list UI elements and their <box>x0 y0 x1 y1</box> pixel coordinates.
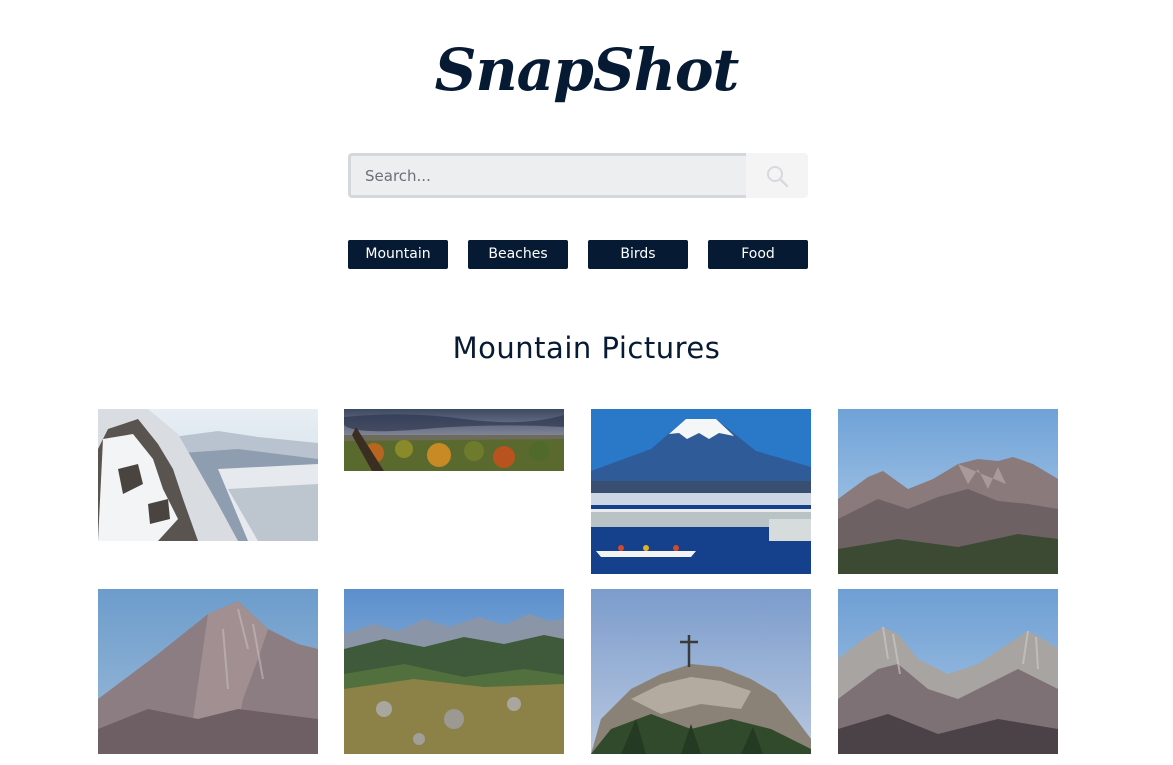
site-logo: SnapShot <box>434 36 740 104</box>
category-birds-button[interactable]: Birds <box>588 240 688 269</box>
gallery-photo-alpine-meadow[interactable] <box>344 589 564 754</box>
gallery-title: Mountain Pictures <box>452 331 721 365</box>
category-beaches-button[interactable]: Beaches <box>468 240 568 269</box>
gallery-photo-snowy-ridge[interactable] <box>98 409 318 541</box>
search-input[interactable] <box>348 153 746 198</box>
gallery-photo-summit-cross[interactable] <box>591 589 811 754</box>
search-form <box>348 153 808 198</box>
category-nav: Mountain Beaches Birds Food <box>348 240 808 269</box>
search-button[interactable] <box>746 153 808 198</box>
gallery-photo-rocky-peak[interactable] <box>98 589 318 754</box>
search-icon <box>767 165 789 187</box>
gallery-photo-alpine-peaks[interactable] <box>838 409 1058 574</box>
gallery-photo-autumn-forest[interactable] <box>344 409 564 471</box>
gallery-photo-twin-peaks[interactable] <box>838 589 1058 754</box>
gallery-photo-fuji-harbor[interactable] <box>591 409 811 574</box>
category-mountain-button[interactable]: Mountain <box>348 240 448 269</box>
category-food-button[interactable]: Food <box>708 240 808 269</box>
